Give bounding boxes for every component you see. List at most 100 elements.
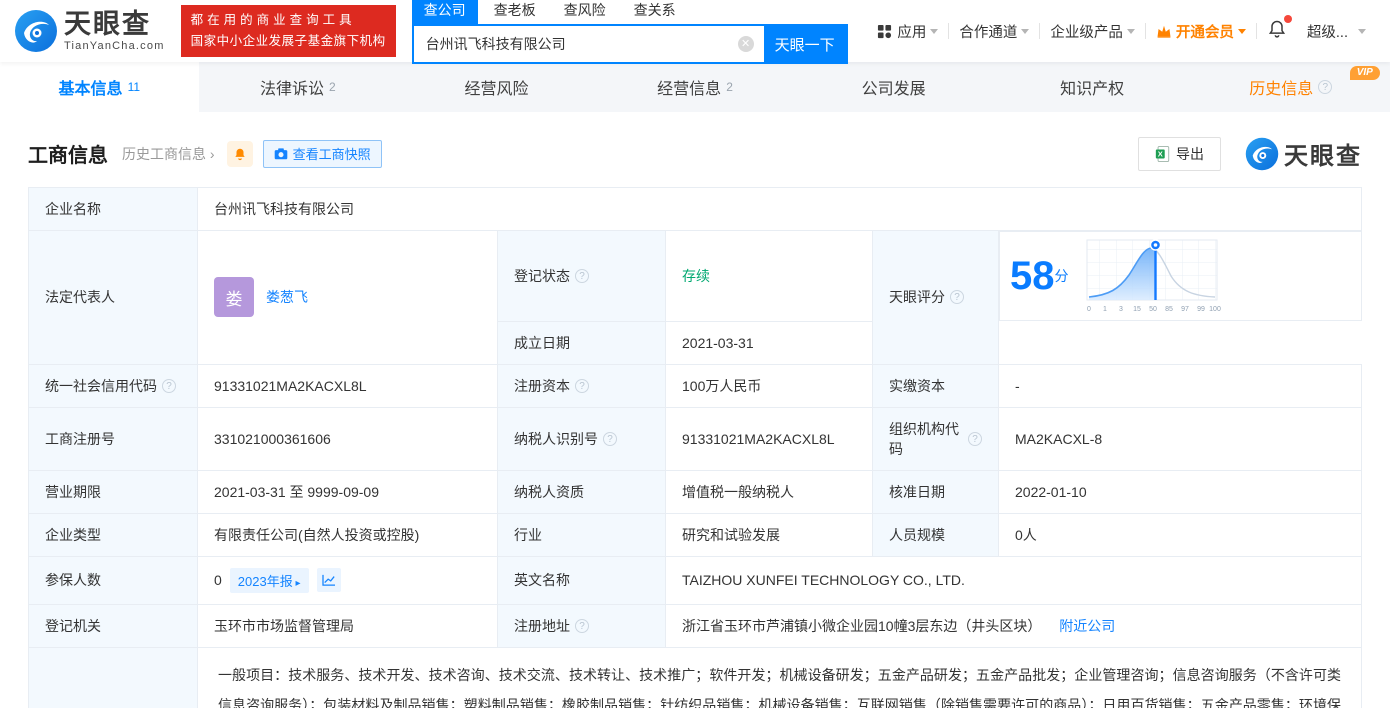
- search-tabs: 查公司 查老板 查风险 查关系: [411, 0, 848, 24]
- help-icon[interactable]: [603, 431, 617, 446]
- nearby-companies-link[interactable]: 附近公司: [1059, 618, 1115, 634]
- business-term-label: 营业期限: [28, 469, 198, 514]
- tianyancha-logo[interactable]: 天眼查 TianYanCha.com: [14, 9, 165, 53]
- tab-label: 历史信息: [1249, 81, 1314, 98]
- brand-name: 天眼查: [64, 8, 151, 39]
- nav-partner[interactable]: 合作通道: [949, 21, 1039, 42]
- search-tab-company[interactable]: 查公司: [411, 0, 478, 24]
- notification-dot: [1283, 15, 1292, 23]
- insured-trend-button[interactable]: [316, 568, 341, 592]
- industry-label: 行业: [497, 512, 666, 557]
- slogan-line1: 都在用的商业查询工具: [190, 13, 356, 28]
- table-row-reg-authority: 登记机关 玉环市市场监督管理局 注册地址 浙江省玉环市芦浦镇小微企业园10幢3层…: [28, 603, 1362, 648]
- help-icon[interactable]: [575, 618, 589, 633]
- trend-chart-icon: [321, 574, 335, 586]
- score-value: 58: [1010, 254, 1055, 298]
- slogan-badge: 都在用的商业查询工具 国家中小企业发展子基金旗下机构: [180, 5, 396, 57]
- company-type-label: 企业类型: [28, 512, 198, 557]
- bell-icon: [1268, 20, 1285, 38]
- apps-grid-icon: [878, 24, 892, 38]
- legal-rep-link[interactable]: 娄葱飞: [266, 287, 308, 307]
- tab-legal-proceedings[interactable]: 法律诉讼 2: [199, 62, 398, 112]
- establish-date-value: 2021-03-31: [665, 320, 873, 365]
- top-header: 天眼查 TianYanCha.com 都在用的商业查询工具 国家中小企业发展子基…: [0, 0, 1390, 64]
- chevron-down-icon: [1021, 28, 1030, 34]
- notifications-bell[interactable]: [1257, 15, 1297, 43]
- tab-label: 公司发展: [861, 81, 926, 98]
- legal-rep-label: 法定代表人: [28, 230, 198, 365]
- tab-count: 2: [329, 80, 336, 94]
- help-icon[interactable]: [950, 290, 964, 305]
- search-button[interactable]: 天眼一下: [763, 26, 846, 62]
- chevron-down-icon: [1237, 28, 1246, 34]
- vip-badge: VIP: [1349, 66, 1380, 80]
- svg-text:3: 3: [1119, 306, 1123, 313]
- annual-report-link[interactable]: 2023年报: [229, 567, 309, 593]
- tab-label: 知识产权: [1060, 81, 1125, 98]
- org-code-value: MA2KACXL-8: [998, 406, 1362, 471]
- table-row-company-name: 企业名称 台州讯飞科技有限公司: [28, 187, 1362, 231]
- nav-enterprise-label: 企业级产品: [1050, 24, 1123, 41]
- tab-count: 2: [726, 80, 733, 94]
- svg-text:X: X: [1158, 149, 1163, 158]
- company-name-label: 企业名称: [28, 187, 198, 231]
- staff-size-value: 0人: [998, 512, 1362, 557]
- tab-basic-info[interactable]: 基本信息 11: [0, 62, 199, 112]
- company-section-tabs: 基本信息 11 法律诉讼 2 经营风险 经营信息 2 公司发展 知识产权 VIP…: [0, 62, 1390, 112]
- staff-size-label: 人员规模: [872, 512, 999, 557]
- tab-operating-risk[interactable]: 经营风险: [397, 62, 596, 112]
- clear-search-icon[interactable]: [737, 36, 754, 52]
- insured-value: 0: [214, 572, 222, 588]
- reg-capital-label: 注册资本: [497, 363, 666, 408]
- tab-intellectual-property[interactable]: 知识产权: [993, 62, 1192, 112]
- search-tab-boss[interactable]: 查老板: [482, 0, 548, 24]
- nav-vip-label: 开通会员: [1175, 24, 1234, 41]
- reg-authority-value: 玉环市市场监督管理局: [197, 603, 498, 648]
- search-tab-relation[interactable]: 查关系: [622, 0, 688, 24]
- svg-text:97: 97: [1181, 306, 1189, 313]
- nav-apps[interactable]: 应用: [867, 21, 948, 42]
- tab-history-info[interactable]: VIP 历史信息: [1191, 62, 1390, 112]
- reg-status-value: 存续: [665, 230, 873, 322]
- nav-apps-label: 应用: [897, 24, 927, 41]
- nav-account[interactable]: 超级...: [1297, 21, 1376, 42]
- tianyancha-watermark: 天眼查: [1245, 136, 1362, 171]
- legal-rep-avatar[interactable]: 娄: [214, 277, 254, 318]
- svg-text:85: 85: [1165, 306, 1173, 313]
- establish-date-label: 成立日期: [497, 320, 666, 365]
- nav-vip-membership[interactable]: 开通会员: [1146, 21, 1256, 42]
- search-tab-risk[interactable]: 查风险: [552, 0, 618, 24]
- english-name-label: 英文名称: [497, 555, 666, 605]
- nav-partner-label: 合作通道: [959, 24, 1018, 41]
- export-button-label: 导出: [1176, 145, 1204, 162]
- bell-icon: [234, 148, 245, 160]
- table-row-credit-code: 统一社会信用代码 91331021MA2KACXL8L 注册资本 100万人民币…: [28, 363, 1362, 408]
- slogan-line2: 国家中小企业发展子基金旗下机构: [190, 34, 386, 48]
- nav-enterprise[interactable]: 企业级产品: [1040, 21, 1145, 42]
- help-icon[interactable]: [162, 378, 176, 393]
- export-button[interactable]: X 导出: [1138, 136, 1221, 171]
- score-cell[interactable]: 58分 0 1 3 15 50 85 97 99 100: [999, 231, 1362, 321]
- tab-business-info[interactable]: 经营信息 2: [596, 62, 795, 112]
- help-icon[interactable]: [575, 268, 589, 283]
- paid-capital-label: 实缴资本: [872, 363, 999, 408]
- svg-text:0: 0: [1087, 306, 1091, 313]
- tab-count: 11: [127, 80, 141, 94]
- search-input[interactable]: [413, 36, 764, 52]
- business-info-table: 企业名称 台州讯飞科技有限公司 法定代表人 娄 娄葱飞 登记状态 存续 天眼评分…: [28, 187, 1362, 708]
- view-business-snapshot-button[interactable]: 查看工商快照: [262, 139, 382, 168]
- reg-address-label: 注册地址: [497, 603, 666, 648]
- help-icon[interactable]: [1318, 80, 1333, 94]
- monitor-bell-button[interactable]: [226, 140, 253, 167]
- reg-address-value: 浙江省玉环市芦浦镇小微企业园10幢3层东边（井头区块）: [682, 617, 1042, 634]
- svg-text:100: 100: [1209, 306, 1221, 313]
- table-row-business-scope: 经营范围 一般项目：技术服务、技术开发、技术咨询、技术交流、技术转让、技术推广；…: [28, 646, 1362, 708]
- business-scope-value: 一般项目：技术服务、技术开发、技术咨询、技术交流、技术转让、技术推广；软件开发；…: [218, 666, 1341, 708]
- tab-label: 经营信息: [657, 81, 722, 98]
- tab-company-development[interactable]: 公司发展: [794, 62, 993, 112]
- top-nav: 应用 合作通道 企业级产品 开通会员 超级...: [867, 15, 1376, 43]
- help-icon[interactable]: [968, 431, 982, 446]
- help-icon[interactable]: [575, 378, 589, 393]
- history-business-info-link[interactable]: 历史工商信息: [122, 144, 215, 164]
- camera-icon: [274, 147, 287, 159]
